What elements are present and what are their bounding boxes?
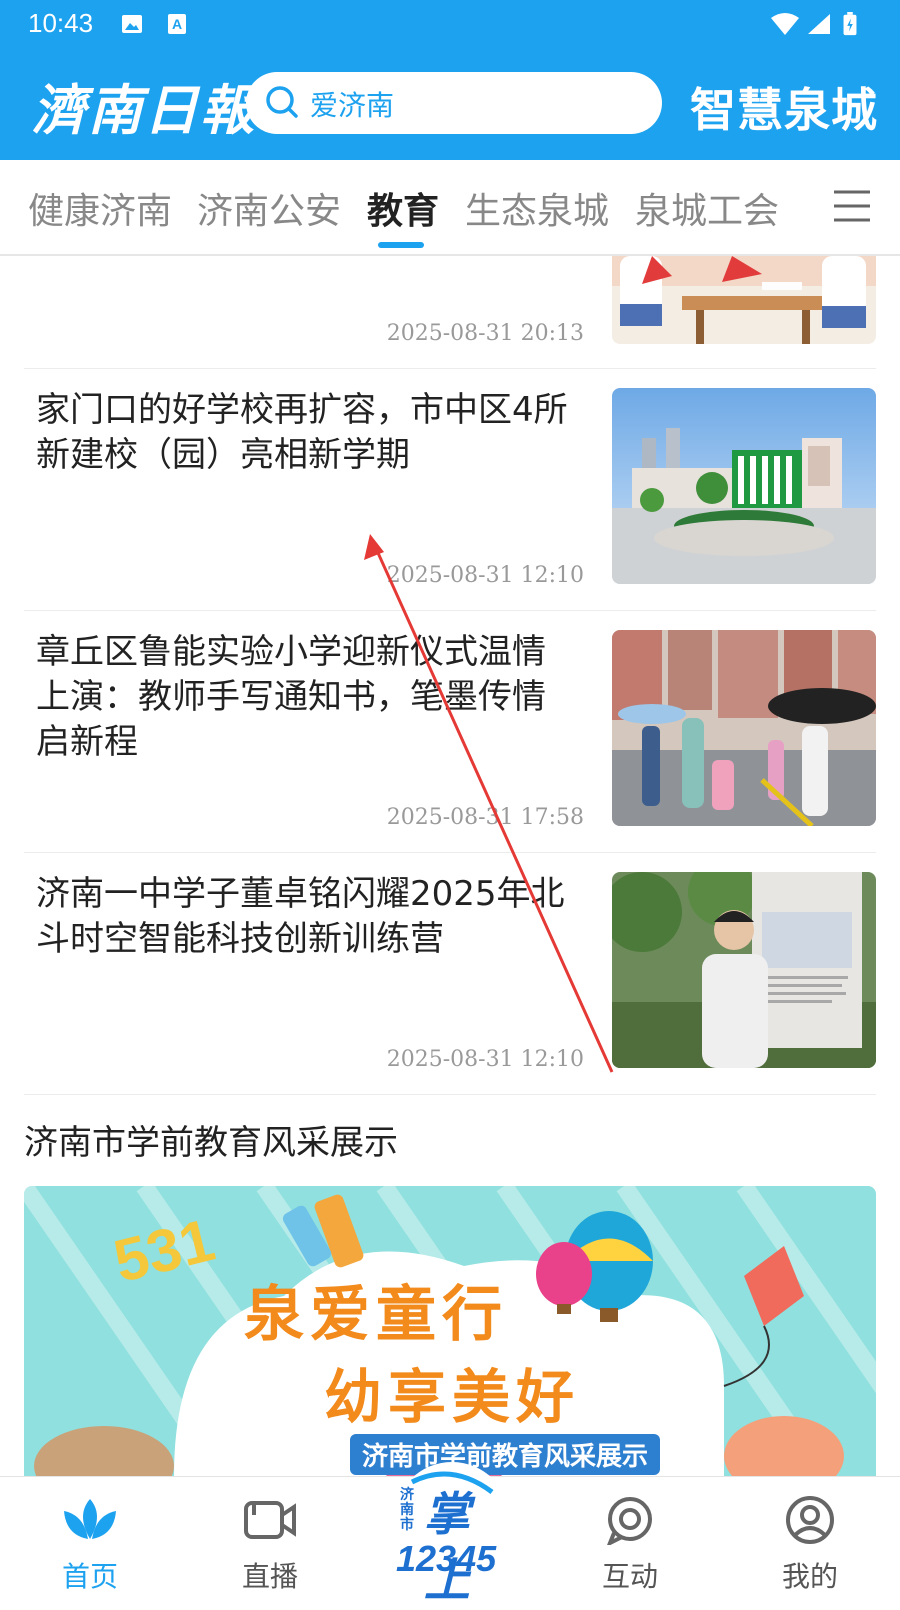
text-notification-icon: A [168, 14, 186, 34]
hotline-12345-button[interactable]: 济南市 掌上 12345 [390, 1452, 514, 1607]
news-date: 2025-08-31 20:13 [386, 321, 584, 346]
wifi-icon [771, 13, 799, 35]
chat-icon [607, 1497, 652, 1545]
brand-logo[interactable]: 智慧泉城 [690, 74, 878, 140]
news-item[interactable]: 济南一中学子董卓铭闪耀2025年北斗时空智能科技创新训练营 2025-08-31… [24, 852, 876, 1095]
tab-active-indicator [378, 242, 424, 248]
nav-interact-label: 互动 [601, 1560, 658, 1593]
battery-icon [843, 12, 857, 36]
user-icon [786, 1496, 834, 1544]
tab-union[interactable]: 泉城工会 [635, 182, 779, 234]
news-item[interactable]: 家门口的好学校再扩容，市中区4所新建校（园）亮相新学期 2025-08-31 1… [24, 368, 876, 611]
news-date: 2025-08-31 12:10 [386, 1047, 584, 1072]
nav-live-label: 直播 [241, 1560, 298, 1593]
hotline-number: 12345 [396, 1538, 497, 1579]
nav-home[interactable]: 首页 [30, 1477, 150, 1601]
news-date: 2025-08-31 17:58 [386, 805, 584, 830]
news-item[interactable]: 2025-08-31 20:13 [24, 256, 876, 369]
signal-icon [808, 14, 830, 34]
status-bar: 10:43 A [0, 0, 900, 50]
news-title: 家门口的好学校再扩容，市中区4所新建校（园）亮相新学期 [36, 390, 568, 475]
tab-police[interactable]: 济南公安 [197, 182, 341, 234]
news-title: 章丘区鲁能实验小学迎新仪式温情上演：教师手写通知书，笔墨传情启新程 [36, 632, 546, 762]
news-thumbnail [612, 256, 876, 344]
video-icon [244, 1501, 296, 1539]
status-time: 10:43 [28, 8, 94, 38]
news-date: 2025-08-31 12:10 [386, 563, 584, 588]
tab-health[interactable]: 健康济南 [28, 182, 172, 234]
search-placeholder: 爱济南 [310, 89, 395, 122]
category-tabs: 健康济南 济南公安 教育 生态泉城 泉城工会 [0, 160, 900, 256]
nav-mine-label: 我的 [781, 1560, 838, 1593]
news-thumbnail [612, 388, 876, 584]
app-header: 濟南日報 爱济南 智慧泉城 [0, 50, 900, 160]
lotus-icon [64, 1499, 116, 1539]
banner-headline-2: 幼享美好 [324, 1363, 581, 1431]
menu-icon[interactable] [832, 188, 872, 224]
banner-headline-1: 泉爱童行 [244, 1280, 508, 1350]
promo-banner[interactable]: 531 泉爱童行 幼享美好 济南市学前教育风采展示 [24, 1186, 876, 1476]
nav-interact[interactable]: 互动 [570, 1477, 690, 1601]
search-bar[interactable]: 爱济南 [246, 72, 662, 134]
tab-ecology[interactable]: 生态泉城 [465, 182, 609, 234]
news-thumbnail [612, 630, 876, 826]
news-title: 济南一中学子董卓铭闪耀2025年北斗时空智能科技创新训练营 [36, 874, 565, 959]
nav-home-label: 首页 [61, 1560, 118, 1593]
news-thumbnail [612, 872, 876, 1068]
tab-education[interactable]: 教育 [367, 182, 439, 234]
nav-live[interactable]: 直播 [210, 1477, 330, 1601]
app-logo[interactable]: 濟南日報 [32, 66, 256, 145]
section-title: 济南市学前教育风采展示 [24, 1123, 398, 1163]
svg-text:A: A [172, 16, 182, 32]
nav-mine[interactable]: 我的 [750, 1477, 870, 1601]
search-icon [266, 86, 298, 118]
news-item[interactable]: 章丘区鲁能实验小学迎新仪式温情上演：教师手写通知书，笔墨传情启新程 2025-0… [24, 610, 876, 853]
hotline-city: 济南市 [400, 1487, 414, 1533]
image-notification-icon [122, 15, 142, 33]
